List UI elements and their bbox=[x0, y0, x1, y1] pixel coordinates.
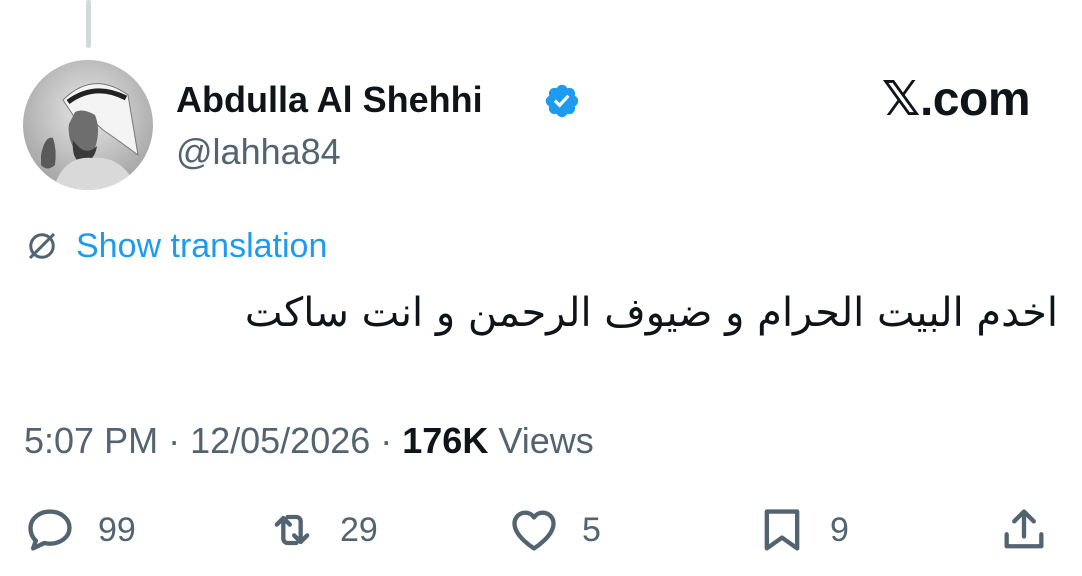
reply-count: 99 bbox=[98, 511, 136, 549]
author-handle[interactable]: @lahha84 bbox=[176, 130, 341, 174]
repost-icon bbox=[274, 514, 310, 546]
views-label: Views bbox=[488, 420, 594, 461]
heart-icon bbox=[512, 510, 556, 551]
bookmark-button[interactable]: 9 bbox=[756, 500, 849, 560]
globe-icon bbox=[28, 232, 56, 260]
tweet-text: اخدم البيت الحرام و ضيوف الرحمن و انت سا… bbox=[244, 290, 1058, 336]
like-button[interactable]: 5 bbox=[508, 500, 601, 560]
reply-icon bbox=[28, 509, 72, 551]
author-display-name[interactable]: Abdulla Al Shehhi bbox=[176, 78, 483, 122]
meta-separator: · bbox=[158, 420, 191, 461]
repost-button[interactable]: 29 bbox=[266, 500, 378, 560]
tweet-meta: 5:07 PM · 12/05/2026 · 176K Views bbox=[24, 418, 594, 464]
views-count: 176K bbox=[402, 420, 489, 461]
reply-button[interactable]: 99 bbox=[24, 500, 136, 560]
tweet-time[interactable]: 5:07 PM bbox=[24, 420, 158, 461]
share-button[interactable] bbox=[998, 500, 1050, 560]
show-translation-label: Show translation bbox=[76, 227, 328, 265]
bookmark-count: 9 bbox=[830, 511, 849, 549]
tweet-date[interactable]: 12/05/2026 bbox=[190, 420, 370, 461]
share-icon bbox=[1004, 509, 1044, 549]
thread-connector-line bbox=[86, 0, 91, 48]
repost-count: 29 bbox=[340, 511, 378, 549]
show-translation-link[interactable]: Show translation bbox=[24, 224, 327, 268]
like-count: 5 bbox=[582, 511, 601, 549]
avatar[interactable] bbox=[23, 60, 153, 190]
verified-badge-icon[interactable] bbox=[543, 82, 581, 120]
x-watermark: 𝕏.com bbox=[881, 73, 1031, 126]
bookmark-icon bbox=[764, 509, 800, 551]
tweet-actions-bar: 99 29 5 9 bbox=[0, 500, 1082, 560]
meta-separator: · bbox=[370, 420, 403, 461]
profile-photo-icon bbox=[23, 60, 153, 190]
